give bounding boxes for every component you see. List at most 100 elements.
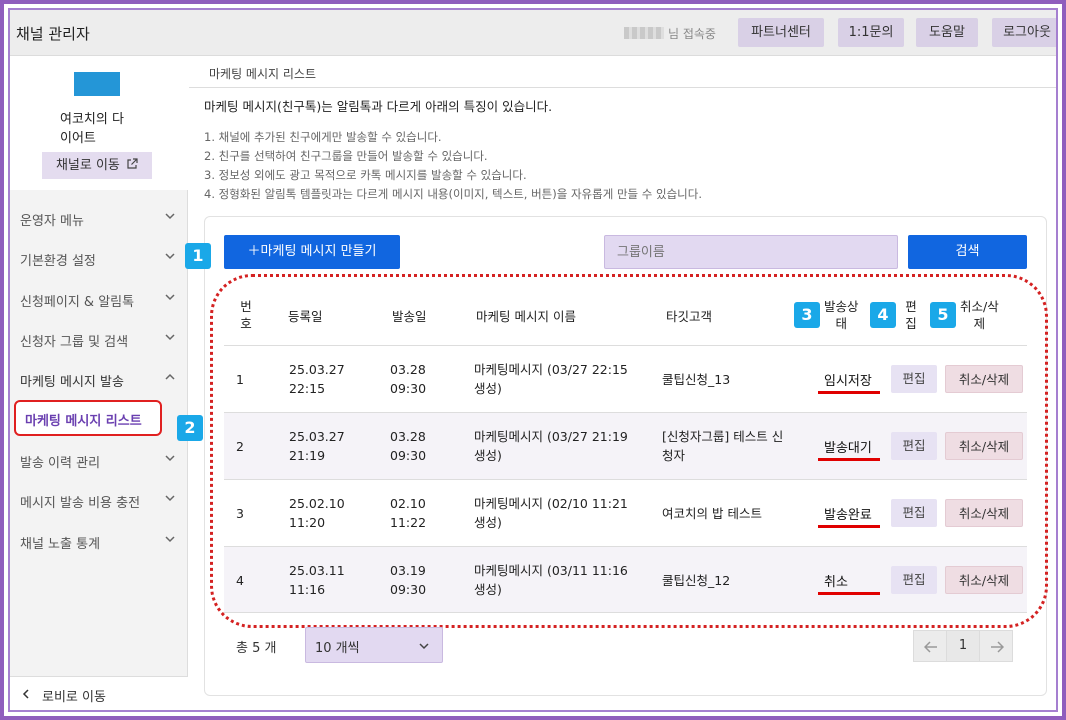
create-marketing-message-button[interactable]: ＋마케팅 메시지 만들기 <box>224 235 400 269</box>
sidebar-item-marketing-send[interactable]: 마케팅 메시지 발송 <box>10 359 188 399</box>
channel-logo <box>74 72 120 96</box>
row-message-name-line2: 생성) <box>474 448 502 463</box>
sidebar-item-signup-page[interactable]: 신청페이지 & 알림톡 <box>10 279 188 319</box>
edit-button[interactable]: 편집 <box>891 365 937 393</box>
note-item: 1. 채널에 추가된 친구에게만 발송할 수 있습니다. <box>204 130 442 144</box>
col-header-cancel-line1: 취소/삭 <box>960 299 999 314</box>
status-underline <box>818 391 880 394</box>
col-header-send-date: 발송일 <box>392 309 427 324</box>
chevron-left-icon <box>22 689 29 699</box>
annotation-badge-1: 1 <box>185 243 211 269</box>
arrow-right-icon <box>991 641 1004 653</box>
help-button[interactable]: 도움말 <box>916 18 978 47</box>
row-message-name: 마케팅메시지 (03/11 11:16 생성) <box>474 561 628 599</box>
row-message-name: 마케팅메시지 (03/27 22:15 생성) <box>474 360 628 398</box>
channel-name-line1: 여코치의 다 <box>60 112 124 127</box>
search-button[interactable]: 검색 <box>908 235 1027 269</box>
row-send-date: 02.10 11:22 <box>390 494 426 532</box>
cancel-delete-button[interactable]: 취소/삭제 <box>945 566 1023 594</box>
chevron-down-icon <box>419 643 429 650</box>
chevron-up-icon <box>165 373 175 380</box>
external-link-icon <box>127 158 138 169</box>
row-status: 임시저장 <box>824 374 872 389</box>
page-number-button[interactable]: 1 <box>946 630 980 662</box>
sidebar-item-label: 메시지 발송 비용 충전 <box>20 496 141 511</box>
row-reg-date-day: 25.03.11 <box>289 563 345 578</box>
col-header-status-line1: 발송상 <box>824 299 859 314</box>
partner-center-button[interactable]: 파트너센터 <box>738 18 824 47</box>
col-header-no: 번 호 <box>234 298 258 332</box>
row-reg-date: 25.03.27 22:15 <box>289 360 345 398</box>
sidebar-item-label: 마케팅 메시지 발송 <box>20 375 124 390</box>
row-message-name-line1: 마케팅메시지 (03/27 21:19 <box>474 429 628 444</box>
col-header-edit: 편 집 <box>904 298 918 332</box>
back-to-lobby-button[interactable]: 로비로 이동 <box>10 676 188 710</box>
row-no: 3 <box>236 506 244 521</box>
sidebar-item-applicant-groups[interactable]: 신청자 그룹 및 검색 <box>10 319 188 359</box>
feature-notes: 1. 채널에 추가된 친구에게만 발송할 수 있습니다. 2. 친구를 선택하여… <box>204 128 702 204</box>
row-target-line2: 청자 <box>662 448 686 463</box>
row-target-line1: 여코치의 밥 테스트 <box>662 506 762 521</box>
chevron-down-icon <box>165 334 175 341</box>
row-target: 여코치의 밥 테스트 <box>662 504 762 523</box>
row-send-date-day: 02.10 <box>390 496 426 511</box>
row-send-date-time: 09:30 <box>390 448 427 463</box>
per-page-value: 10 개씩 <box>315 641 360 656</box>
sidebar-item-channel-stats[interactable]: 채널 노출 통계 <box>10 521 188 561</box>
row-message-name: 마케팅메시지 (03/27 21:19 생성) <box>474 427 628 465</box>
col-header-reg-date: 등록일 <box>288 309 323 324</box>
edit-button[interactable]: 편집 <box>891 566 937 594</box>
col-header-cancel-line2: 제 <box>973 316 986 331</box>
row-message-name: 마케팅메시지 (02/10 11:21 생성) <box>474 494 628 532</box>
move-to-channel-button[interactable]: 채널로 이동 <box>42 152 152 179</box>
total-count: 총 5 개 <box>236 641 277 656</box>
cancel-delete-button[interactable]: 취소/삭제 <box>945 499 1023 527</box>
edit-button[interactable]: 편집 <box>891 499 937 527</box>
cancel-delete-button[interactable]: 취소/삭제 <box>945 365 1023 393</box>
row-send-date-day: 03.28 <box>390 362 426 377</box>
sidebar-item-operator-menu[interactable]: 운영자 메뉴 <box>10 198 188 238</box>
top-bar: 채널 관리자 님 접속중 파트너센터 1:1문의 도움말 로그아웃 <box>10 10 1056 56</box>
row-status: 취소 <box>824 575 848 590</box>
sidebar-subitem-label: 마케팅 메시지 리스트 <box>25 414 142 429</box>
next-page-button[interactable] <box>979 630 1013 662</box>
sidebar-item-label: 기본환경 설정 <box>20 254 96 269</box>
blurred-username <box>624 27 664 39</box>
table-row: 3 25.02.10 11:20 02.10 11:22 마케팅메시지 (02/10… <box>224 479 1027 546</box>
chevron-down-icon <box>165 294 175 301</box>
row-no: 2 <box>236 439 244 454</box>
row-reg-date-day: 25.03.27 <box>289 429 345 444</box>
cancel-delete-button[interactable]: 취소/삭제 <box>945 432 1023 460</box>
row-send-date-time: 09:30 <box>390 381 427 396</box>
sidebar-item-cost-charge[interactable]: 메시지 발송 비용 충전 <box>10 480 188 520</box>
col-header-no-line1: 번 <box>240 299 252 314</box>
status-underline <box>818 458 880 461</box>
sidebar-item-label: 신청자 그룹 및 검색 <box>20 335 129 350</box>
sidebar-item-send-history[interactable]: 발송 이력 관리 <box>10 440 188 480</box>
row-status: 발송완료 <box>824 508 872 523</box>
chevron-down-icon <box>165 455 175 462</box>
chevron-down-icon <box>165 253 175 260</box>
row-message-name-line1: 마케팅메시지 (02/10 11:21 <box>474 496 628 511</box>
sidebar-item-label: 신청페이지 & 알림톡 <box>20 295 135 310</box>
arrow-left-icon <box>924 641 937 653</box>
prev-page-button[interactable] <box>913 630 947 662</box>
annotation-badge-2: 2 <box>177 415 203 441</box>
group-name-input[interactable] <box>604 235 898 269</box>
row-reg-date: 25.03.11 11:16 <box>289 561 345 599</box>
row-target-line1: 쿨팁신청_12 <box>662 573 731 588</box>
sidebar-subitem-marketing-list[interactable]: 마케팅 메시지 리스트 <box>14 400 162 436</box>
col-header-target: 타깃고객 <box>666 309 713 324</box>
channel-name: 여코치의 다 이어트 <box>60 110 150 148</box>
edit-button[interactable]: 편집 <box>891 432 937 460</box>
sidebar-item-label: 운영자 메뉴 <box>20 214 84 229</box>
row-reg-date-time: 21:19 <box>289 448 326 463</box>
row-send-date-time: 11:22 <box>390 515 427 530</box>
breadcrumb-current: 마케팅 메시지 리스트 <box>209 67 316 81</box>
per-page-select[interactable]: 10 개씩 <box>305 627 443 663</box>
row-no: 4 <box>236 573 244 588</box>
inquiry-button[interactable]: 1:1문의 <box>838 18 904 47</box>
sidebar-item-basic-settings[interactable]: 기본환경 설정 <box>10 238 188 278</box>
note-item: 2. 친구를 선택하여 친구그룹을 만들어 발송할 수 있습니다. <box>204 149 488 163</box>
logout-button[interactable]: 로그아웃 <box>992 18 1056 47</box>
